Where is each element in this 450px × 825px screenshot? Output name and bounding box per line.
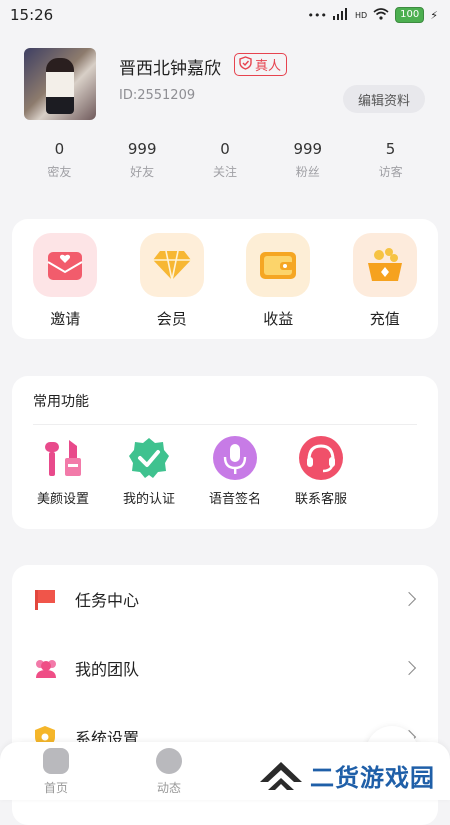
quick-action-earnings[interactable]: 收益 <box>242 233 314 329</box>
function-beauty-settings[interactable]: 美颜设置 <box>20 434 106 507</box>
stat-value: 5 <box>385 140 396 158</box>
stat-fans[interactable]: 999 粉丝 <box>278 140 338 220</box>
common-functions-card: 常用功能 美颜设置 我的认证 语音签名 联系客服 <box>12 376 438 529</box>
chevron-right-icon <box>401 591 417 607</box>
menu-item-label: 我的团队 <box>75 660 140 679</box>
stat-label: 关注 <box>212 165 237 179</box>
diamond-icon <box>139 233 204 297</box>
microphone-icon <box>211 434 259 482</box>
cosmetics-icon <box>39 434 87 482</box>
quick-action-recharge[interactable]: 充值 <box>349 233 421 329</box>
status-bar: 15:26 ••• HD 100 ⚡ <box>0 0 450 30</box>
dots-icon: ••• <box>307 8 327 22</box>
compass-icon <box>156 748 182 774</box>
quick-action-label: 收益 <box>263 310 294 328</box>
quick-action-label: 邀请 <box>50 310 81 328</box>
badge-label: 真人 <box>255 59 282 74</box>
function-voice-signature[interactable]: 语音签名 <box>192 434 278 507</box>
tab-label: 动态 <box>156 781 181 795</box>
profile-name: 晋西北钟嘉欣 <box>119 59 221 79</box>
stat-label: 访客 <box>378 165 403 179</box>
stat-label: 粉丝 <box>295 165 320 179</box>
status-time: 15:26 <box>10 6 54 24</box>
chevron-right-icon <box>401 660 417 676</box>
function-label: 联系客服 <box>294 492 347 507</box>
stat-label: 好友 <box>130 165 155 179</box>
tab-home[interactable]: 首页 <box>26 748 86 796</box>
quick-action-label: 充值 <box>369 310 400 328</box>
headset-icon <box>297 434 345 482</box>
network-label: HD <box>354 10 368 20</box>
status-icons: ••• HD 100 ⚡ <box>308 7 438 23</box>
quick-action-invite[interactable]: 邀请 <box>29 233 101 329</box>
function-label: 美颜设置 <box>36 492 89 507</box>
divider <box>33 424 417 425</box>
stat-value: 0 <box>54 140 65 158</box>
team-icon <box>33 656 57 680</box>
stat-label: 密友 <box>47 165 72 179</box>
stat-close-friends[interactable]: 0 密友 <box>29 140 89 220</box>
stat-visitors[interactable]: 5 访客 <box>361 140 421 220</box>
verified-badge: 真人 <box>234 53 288 76</box>
section-title: 常用功能 <box>33 394 89 410</box>
verified-check-icon <box>125 434 173 482</box>
wallet-icon <box>246 233 311 297</box>
function-customer-service[interactable]: 联系客服 <box>278 434 364 507</box>
stats-row: 0 密友 999 好友 0 关注 999 粉丝 5 访客 <box>0 140 450 220</box>
stat-value: 999 <box>127 140 157 158</box>
coin-pot-icon <box>352 233 417 297</box>
avatar[interactable] <box>24 48 96 120</box>
menu-item-my-team[interactable]: 我的团队 <box>12 634 438 702</box>
watermark: 二货游戏园 <box>258 756 435 794</box>
function-my-verification[interactable]: 我的认证 <box>106 434 192 507</box>
function-label: 语音签名 <box>208 492 261 507</box>
shield-icon <box>239 55 252 74</box>
user-id: ID:2551209 <box>119 88 196 103</box>
watermark-logo-icon <box>258 756 304 794</box>
function-label: 我的认证 <box>122 492 175 507</box>
home-icon <box>43 748 69 774</box>
stat-friends[interactable]: 999 好友 <box>112 140 172 220</box>
signal-icon <box>332 7 349 23</box>
invite-envelope-icon <box>33 233 98 297</box>
charging-icon: ⚡ <box>430 8 438 22</box>
stat-following[interactable]: 0 关注 <box>195 140 255 220</box>
stat-value: 0 <box>220 140 230 158</box>
edit-profile-button[interactable]: 编辑资料 <box>343 85 425 113</box>
profile-header: 晋西北钟嘉欣 真人 ID:2551209 编辑资料 <box>0 30 450 140</box>
watermark-text: 二货游戏园 <box>310 763 435 792</box>
quick-actions-card: 邀请 会员 收益 充值 <box>12 219 438 339</box>
wifi-icon <box>373 7 389 23</box>
quick-action-vip[interactable]: 会员 <box>136 233 208 329</box>
battery-icon: 100 <box>395 7 425 23</box>
quick-action-label: 会员 <box>156 310 187 328</box>
menu-item-task-center[interactable]: 任务中心 <box>12 565 438 633</box>
flag-icon <box>33 587 57 611</box>
stat-value: 999 <box>293 140 323 158</box>
function-list: 美颜设置 我的认证 语音签名 联系客服 <box>20 434 364 507</box>
tab-label: 首页 <box>43 781 68 795</box>
menu-item-label: 任务中心 <box>75 591 140 610</box>
tab-moments[interactable]: 动态 <box>139 748 199 796</box>
